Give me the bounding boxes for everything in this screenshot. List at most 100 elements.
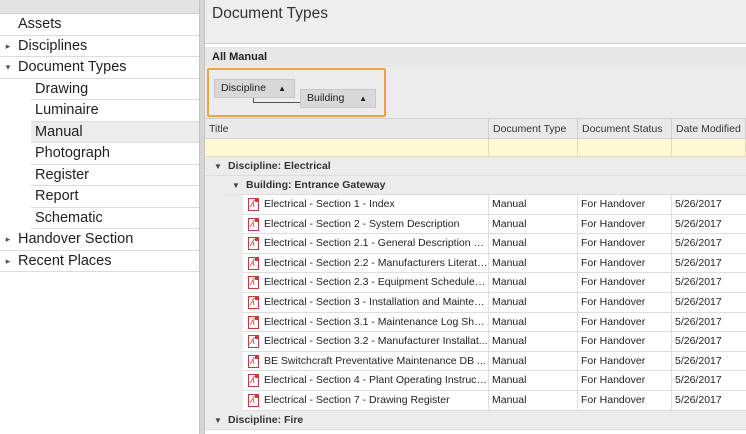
cell-date-modified: 5/26/2017 <box>675 295 722 308</box>
tree-item-register[interactable]: Register <box>31 165 199 186</box>
pdf-file-icon <box>248 294 259 312</box>
group-chip-discipline-label: Discipline <box>221 82 266 94</box>
tree-item-document-types[interactable]: ▾ Document Types <box>0 57 199 79</box>
cell-title[interactable]: Electrical - Section 3.2 - Manufacturer … <box>263 332 489 352</box>
cell-title[interactable]: BE Switchcraft Preventative Maintenance … <box>263 351 489 371</box>
cell-document-type: Manual <box>489 195 578 214</box>
pdf-file-icon-cell <box>243 371 263 390</box>
tree-item-label: Report <box>35 188 79 204</box>
pdf-file-icon-cell <box>243 234 263 253</box>
cell-document-status: For Handover <box>578 234 672 254</box>
column-header-date-modified[interactable]: Date Modified <box>672 119 746 139</box>
table-row[interactable]: Electrical - Section 2.3 - Equipment Sch… <box>243 273 746 293</box>
table-row[interactable]: Electrical - Section 7 - Drawing Registe… <box>243 390 746 411</box>
tree-item-manual[interactable]: Manual <box>31 121 199 143</box>
tree-items: Assets ▸ Disciplines ▾ Document Types Drawing… <box>0 14 199 272</box>
tree-item-schematic[interactable]: Schematic <box>31 208 199 229</box>
group-label: Discipline: Electrical <box>228 160 331 172</box>
group-chip-building[interactable]: Building ▲ <box>300 89 376 108</box>
pdf-file-icon <box>248 353 259 371</box>
collapse-icon[interactable]: ▼ <box>232 176 240 195</box>
cell-date-modified: 5/26/2017 <box>675 393 722 406</box>
expanded-arrow-icon[interactable]: ▾ <box>2 57 14 78</box>
cell-document-type: Manual <box>489 371 578 391</box>
table-row[interactable]: Electrical - Section 3.1 - Maintenance L… <box>243 312 746 333</box>
cell-title[interactable]: Electrical - Section 2.3 - Equipment Sch… <box>263 273 489 293</box>
cell-title[interactable]: Electrical - Section 1 - Index <box>263 195 489 214</box>
cell-document-status: For Handover <box>578 351 672 371</box>
tree-item-assets[interactable]: Assets <box>0 14 199 36</box>
table-row[interactable]: Electrical - Section 3.2 - Manufacturer … <box>243 332 746 352</box>
tree-item-photograph[interactable]: Photograph <box>31 143 199 165</box>
group-row-discipline-fire[interactable]: ▼ Discipline: Fire <box>205 410 746 430</box>
cell-title[interactable]: Electrical - Section 7 - Drawing Registe… <box>263 390 489 410</box>
navigation-tree: Assets ▸ Disciplines ▾ Document Types Drawing… <box>0 0 199 434</box>
pdf-file-icon <box>248 235 259 253</box>
cell-document-type: Manual <box>489 273 578 293</box>
pdf-file-icon <box>248 196 259 214</box>
tree-item-drawing[interactable]: Drawing <box>31 79 199 100</box>
pdf-file-icon <box>248 372 259 390</box>
table-row[interactable]: Electrical - Section 2.1 - General Descr… <box>243 234 746 254</box>
cell-date-modified: 5/26/2017 <box>675 217 722 230</box>
pdf-file-icon-cell <box>243 273 263 292</box>
group-indent <box>224 195 243 411</box>
table-row[interactable]: BE Switchcraft Preventative Maintenance … <box>243 351 746 372</box>
sort-ascending-icon[interactable]: ▲ <box>278 80 286 97</box>
cell-document-status: For Handover <box>578 292 672 312</box>
sort-ascending-icon[interactable]: ▲ <box>359 90 367 107</box>
group-row-building-entrance-gateway[interactable]: ▼ Building: Entrance Gateway <box>224 176 746 195</box>
cell-date-modified: 5/26/2017 <box>675 354 722 367</box>
cell-date-modified: 5/26/2017 <box>675 374 722 387</box>
collapsed-arrow-icon[interactable]: ▸ <box>2 36 14 57</box>
cell-document-status: For Handover <box>578 332 672 352</box>
table-row[interactable]: Electrical - Section 1 - IndexManualFor … <box>243 195 746 215</box>
tree-item-label: Register <box>35 166 89 183</box>
table-row[interactable]: Electrical - Section 4 - Plant Operating… <box>243 371 746 391</box>
cell-document-status: For Handover <box>578 214 672 234</box>
table-row[interactable]: Electrical - Section 2 - System Descript… <box>243 214 746 235</box>
cell-title[interactable]: Electrical - Section 3.1 - Maintenance L… <box>263 312 489 332</box>
data-rows: Electrical - Section 1 - IndexManualFor … <box>205 195 746 411</box>
tree-item-disciplines[interactable]: ▸ Disciplines <box>0 36 199 57</box>
tree-item-luminaire[interactable]: Luminaire <box>31 100 199 122</box>
cell-document-type: Manual <box>489 214 578 234</box>
group-connector-line <box>253 98 300 103</box>
column-header-document-type[interactable]: Document Type <box>489 119 578 139</box>
cell-document-type: Manual <box>489 390 578 410</box>
column-header-document-status[interactable]: Document Status <box>578 119 672 139</box>
table-row[interactable]: Electrical - Section 2.2 - Manufacturers… <box>243 253 746 274</box>
tree-item-report[interactable]: Report <box>31 186 199 208</box>
cell-title[interactable]: Electrical - Section 2.1 - General Descr… <box>263 234 489 254</box>
cell-document-status: For Handover <box>578 390 672 410</box>
pdf-file-icon <box>248 255 259 273</box>
cell-document-type: Manual <box>489 253 578 273</box>
group-by-panel: Discipline ▲ Building ▲ <box>205 67 746 119</box>
collapsed-arrow-icon[interactable]: ▸ <box>2 251 14 272</box>
tree-item-handover-section[interactable]: ▸ Handover Section <box>0 229 199 251</box>
group-label: Discipline: Fire <box>228 413 304 426</box>
filter-cell-document-type[interactable] <box>489 139 578 157</box>
table-row[interactable]: Electrical - Section 3 - Installation an… <box>243 292 746 313</box>
tree-item-label: Document Types <box>18 59 127 75</box>
collapse-icon[interactable]: ▼ <box>214 157 222 176</box>
group-row-discipline-electrical[interactable]: ▼ Discipline: Electrical <box>205 157 746 176</box>
cell-document-type: Manual <box>489 332 578 352</box>
cell-title[interactable]: Electrical - Section 2.2 - Manufacturers… <box>263 253 489 273</box>
filter-cell-date-modified[interactable] <box>672 139 746 157</box>
collapsed-arrow-icon[interactable]: ▸ <box>2 229 14 250</box>
page-title: Document Types <box>212 5 329 22</box>
pdf-file-icon-cell <box>243 215 263 234</box>
pdf-file-icon-cell <box>243 293 263 312</box>
filter-cell-title[interactable] <box>205 139 489 157</box>
tree-item-recent-places[interactable]: ▸ Recent Places <box>0 251 199 272</box>
cell-title[interactable]: Electrical - Section 3 - Installation an… <box>263 292 489 312</box>
cell-document-status: For Handover <box>578 371 672 391</box>
cell-title[interactable]: Electrical - Section 4 - Plant Operating… <box>263 371 489 391</box>
column-header-title[interactable]: Title <box>205 119 489 139</box>
group-chip-discipline[interactable]: Discipline ▲ <box>214 79 295 98</box>
tree-item-label: Assets <box>18 16 62 32</box>
cell-title[interactable]: Electrical - Section 2 - System Descript… <box>263 214 489 234</box>
filter-cell-document-status[interactable] <box>578 139 672 157</box>
collapse-icon[interactable]: ▼ <box>214 411 222 430</box>
